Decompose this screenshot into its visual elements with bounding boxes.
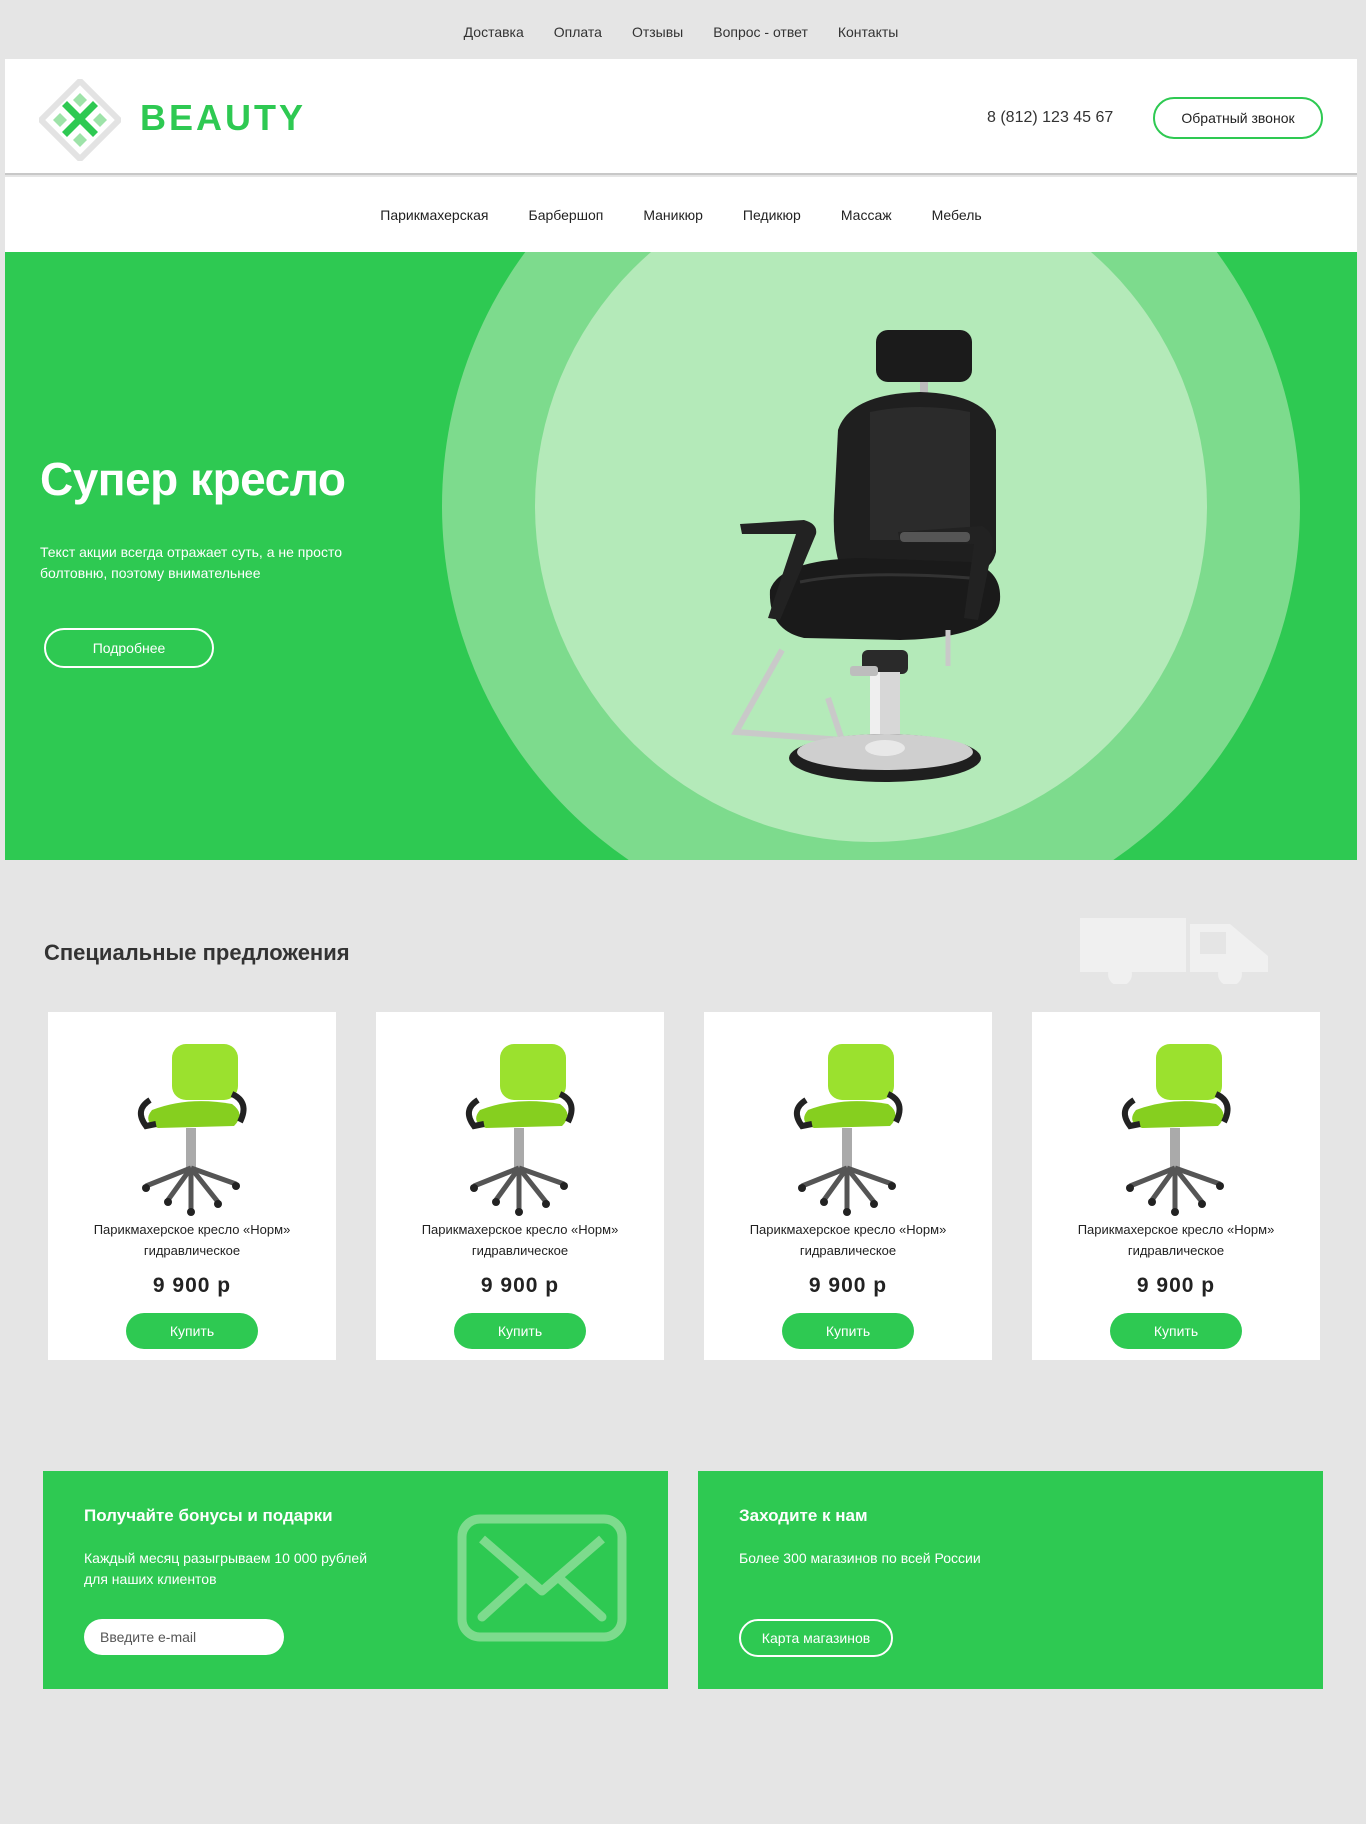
callback-button[interactable]: Обратный звонок bbox=[1153, 97, 1323, 139]
buy-button[interactable]: Купить bbox=[782, 1313, 914, 1349]
phone-number[interactable]: 8 (812) 123 45 67 bbox=[987, 109, 1113, 127]
category-nav: Парикмахерская Барбершоп Маникюр Педикюр… bbox=[5, 177, 1357, 252]
product-card: Парикмахерское кресло «Норм» гидравличес… bbox=[704, 1012, 992, 1360]
topnav-contacts[interactable]: Контакты bbox=[838, 24, 898, 40]
product-price: 9 900 р bbox=[1136, 1274, 1216, 1297]
email-input[interactable] bbox=[84, 1619, 284, 1655]
product-price: 9 900 р bbox=[480, 1274, 560, 1297]
product-card: Парикмахерское кресло «Норм» гидравличес… bbox=[376, 1012, 664, 1360]
product-card: Парикмахерское кресло «Норм» гидравличес… bbox=[48, 1012, 336, 1360]
product-card: Парикмахерское кресло «Норм» гидравличес… bbox=[1032, 1012, 1320, 1360]
hero-text: Текст акции всегда отражает суть, а не п… bbox=[40, 544, 342, 581]
product-image bbox=[1121, 1044, 1231, 1216]
product-name[interactable]: Парикмахерское кресло «Норм» гидравличес… bbox=[386, 1219, 654, 1261]
brand-name[interactable]: BEAUTY bbox=[140, 97, 306, 139]
salon-chair-image bbox=[731, 330, 1001, 782]
bonus-title: Получайте бонусы и подарки bbox=[84, 1506, 333, 1525]
product-name[interactable]: Парикмахерское кресло «Норм» гидравличес… bbox=[1042, 1219, 1310, 1261]
top-nav: Доставка Оплата Отзывы Вопрос - ответ Ко… bbox=[5, 5, 1357, 59]
product-grid: Парикмахерское кресло «Норм» гидравличес… bbox=[48, 1012, 1320, 1360]
site-header: BEAUTY 8 (812) 123 45 67 Обратный звонок bbox=[5, 59, 1357, 175]
buy-button[interactable]: Купить bbox=[1110, 1313, 1242, 1349]
offers-title: Специальные предложения bbox=[44, 940, 350, 965]
bonus-promo: Получайте бонусы и подарки Каждый месяц … bbox=[43, 1471, 668, 1689]
category-hairdressing[interactable]: Парикмахерская bbox=[380, 207, 488, 223]
product-image bbox=[465, 1044, 575, 1216]
stores-map-button[interactable]: Карта магазинов bbox=[739, 1619, 893, 1657]
topnav-faq[interactable]: Вопрос - ответ bbox=[713, 24, 808, 40]
category-barbershop[interactable]: Барбершоп bbox=[529, 207, 604, 223]
product-price: 9 900 р bbox=[808, 1274, 888, 1297]
buy-button[interactable]: Купить bbox=[454, 1313, 586, 1349]
hero-banner: Супер кресло Текст акции всегда отражает… bbox=[5, 252, 1357, 860]
stores-promo: Заходите к нам Более 300 магазинов по вс… bbox=[698, 1471, 1323, 1689]
stores-title: Заходите к нам bbox=[739, 1506, 868, 1525]
product-image bbox=[793, 1044, 903, 1216]
product-price: 9 900 р bbox=[152, 1274, 232, 1297]
category-furniture[interactable]: Мебель bbox=[932, 207, 982, 223]
bonus-text: Каждый месяц разыгрываем 10 000 рублей д… bbox=[84, 1550, 368, 1587]
stores-text: Более 300 магазинов по всей России bbox=[739, 1550, 981, 1566]
logo-icon[interactable] bbox=[39, 79, 121, 161]
hero-title: Супер кресло bbox=[40, 453, 346, 505]
truck-icon bbox=[1080, 918, 1268, 984]
envelope-icon bbox=[457, 1514, 627, 1642]
category-pedicure[interactable]: Педикюр bbox=[743, 207, 801, 223]
page: Доставка Оплата Отзывы Вопрос - ответ Ко… bbox=[0, 0, 1366, 1824]
topnav-payment[interactable]: Оплата bbox=[554, 24, 602, 40]
category-manicure[interactable]: Маникюр bbox=[643, 207, 703, 223]
topnav-reviews[interactable]: Отзывы bbox=[632, 24, 683, 40]
product-name[interactable]: Парикмахерское кресло «Норм» гидравличес… bbox=[714, 1219, 982, 1261]
hero-more-button[interactable]: Подробнее bbox=[44, 628, 214, 668]
product-image bbox=[137, 1044, 247, 1216]
buy-button[interactable]: Купить bbox=[126, 1313, 258, 1349]
category-massage[interactable]: Массаж bbox=[841, 207, 892, 223]
topnav-delivery[interactable]: Доставка bbox=[464, 24, 524, 40]
product-name[interactable]: Парикмахерское кресло «Норм» гидравличес… bbox=[58, 1219, 326, 1261]
